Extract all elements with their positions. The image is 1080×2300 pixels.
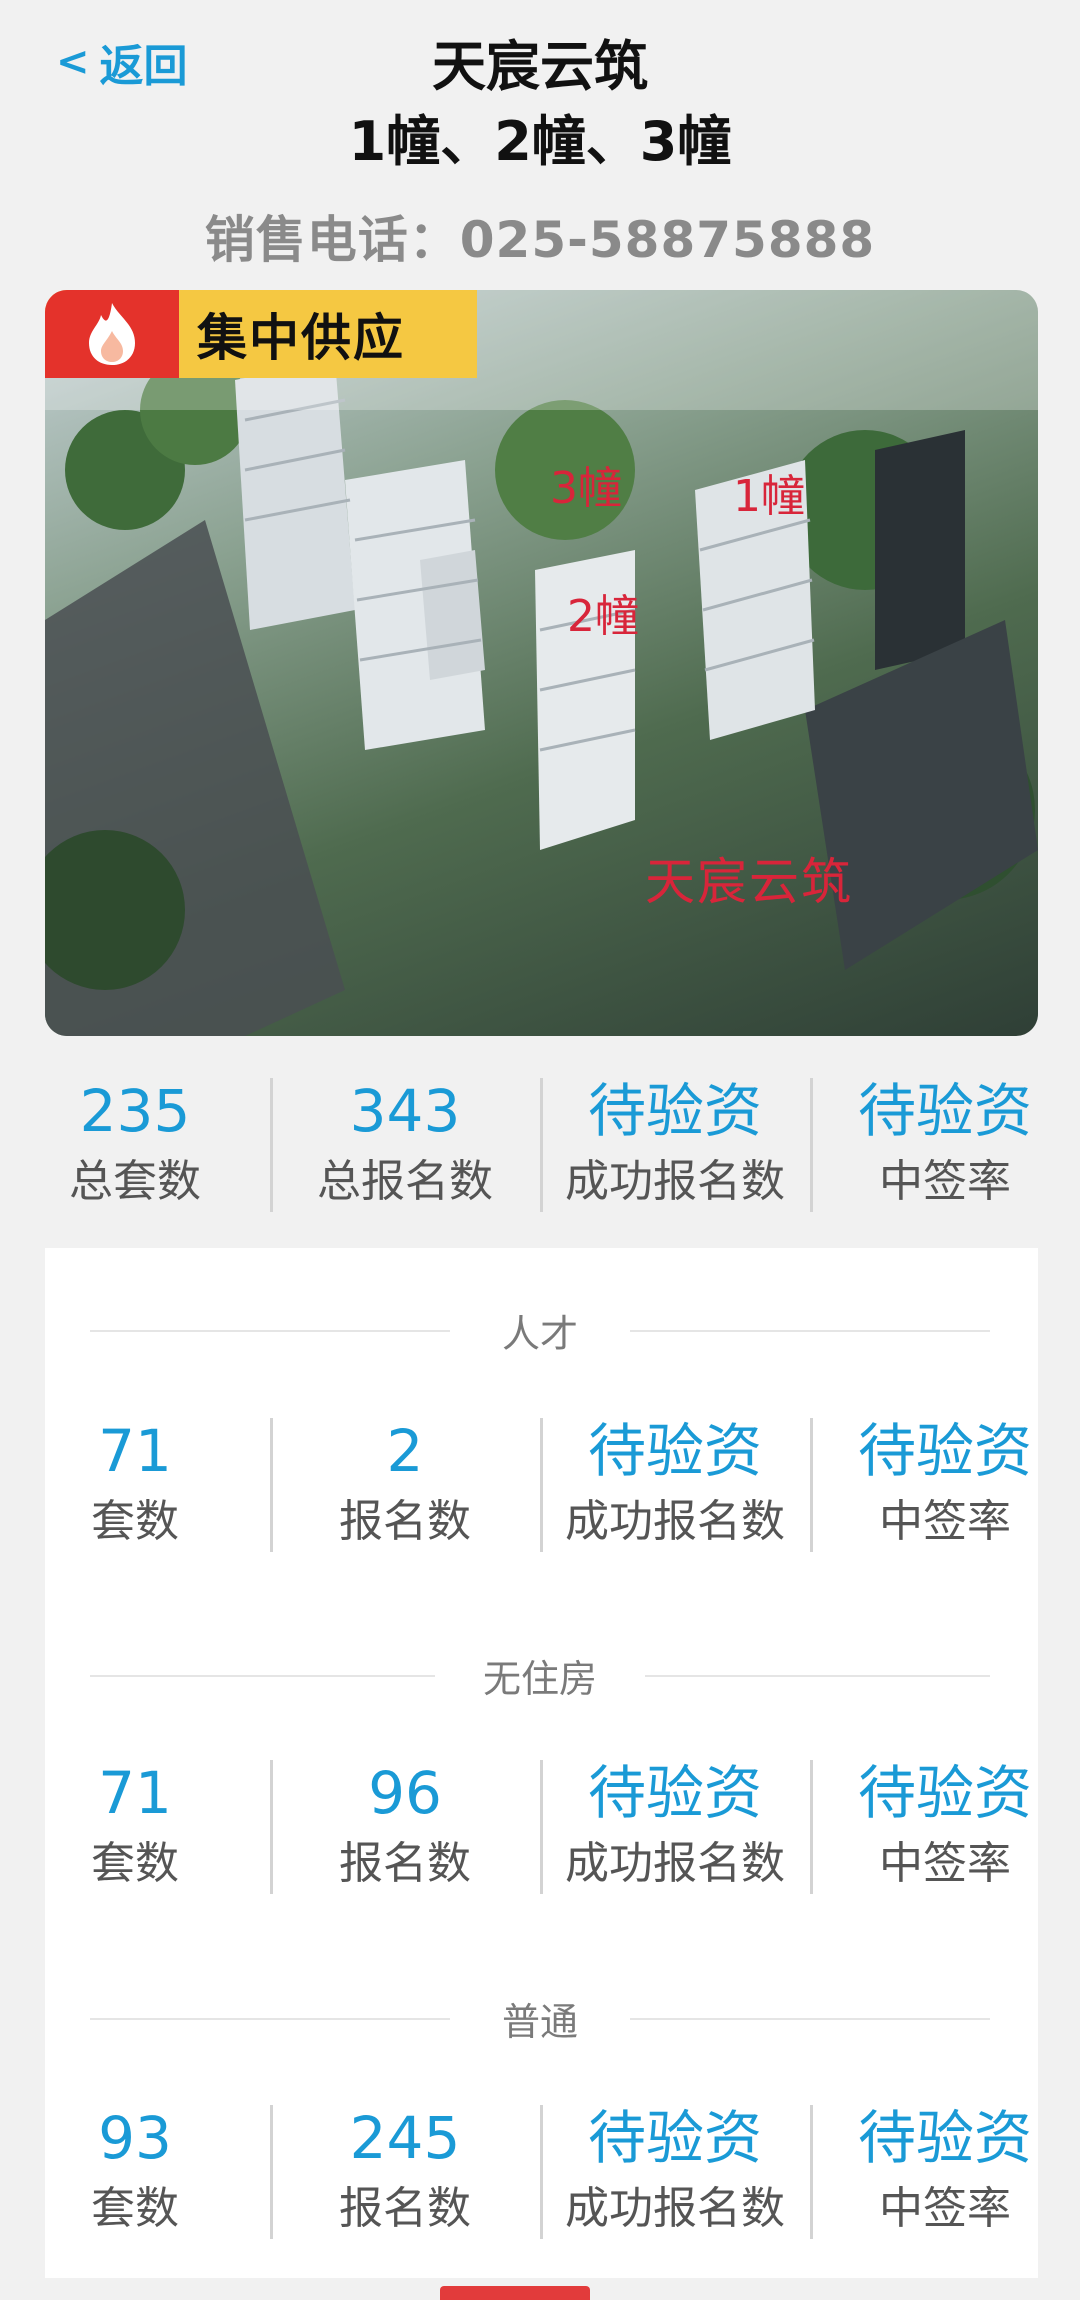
- stat-value: 待验资: [857, 1416, 1032, 1485]
- stat-label: 中签率: [879, 2183, 1011, 2235]
- fire-icon: [45, 290, 179, 378]
- stat-value: 待验资: [587, 1076, 762, 1145]
- stat-label: 套数: [91, 1838, 179, 1890]
- stat-label: 成功报名数: [565, 2183, 785, 2235]
- divider: [90, 2018, 450, 2020]
- stat-value: 待验资: [857, 1758, 1032, 1827]
- stat-label: 套数: [91, 1496, 179, 1548]
- stat-label: 套数: [91, 2183, 179, 2235]
- header: < 返回 天宸云筑 1幢、2幢、3幢 销售电话：025-58875888: [0, 0, 1080, 285]
- stat-label: 报名数: [339, 1838, 471, 1890]
- stat-successful-applicants: 待验资 成功报名数: [540, 1070, 810, 1220]
- supply-badge-label: 集中供应: [197, 309, 405, 367]
- divider: [645, 1675, 990, 1677]
- stat-label: 成功报名数: [565, 1156, 785, 1208]
- stat-value: 2: [386, 1416, 424, 1485]
- stat-value: 待验资: [857, 2103, 1032, 2172]
- section-title-no-housing: 无住房: [0, 1650, 1080, 1701]
- divider: [90, 1675, 435, 1677]
- stat-label: 报名数: [339, 1496, 471, 1548]
- supply-badge: 集中供应: [45, 290, 477, 378]
- section-title-talent: 人才: [0, 1305, 1080, 1356]
- stat-label: 中签率: [879, 1838, 1011, 1890]
- section-title-text: 人才: [501, 1311, 578, 1356]
- stat-applicants: 96 报名数: [270, 1752, 540, 1902]
- summary-stats: 235 总套数 343 总报名数 待验资 成功报名数 待验资 中签率: [0, 1070, 1080, 1220]
- section-stats-talent: 71 套数 2 报名数 待验资 成功报名数 待验资 中签率: [0, 1410, 1080, 1560]
- stat-value: 343: [349, 1076, 461, 1145]
- stat-label: 中签率: [879, 1156, 1011, 1208]
- section-title-text: 普通: [501, 1999, 578, 2044]
- project-name-label: 天宸云筑: [645, 853, 853, 911]
- stat-units: 93 套数: [0, 2097, 270, 2247]
- stat-applicants: 245 报名数: [270, 2097, 540, 2247]
- stat-win-rate: 待验资 中签率: [810, 1752, 1080, 1902]
- stat-label: 总报名数: [317, 1156, 493, 1208]
- stat-label: 中签率: [879, 1496, 1011, 1548]
- stat-value: 96: [368, 1758, 442, 1827]
- stat-win-rate: 待验资 中签率: [810, 1070, 1080, 1220]
- stat-total-applicants: 343 总报名数: [270, 1070, 540, 1220]
- stat-units: 71 套数: [0, 1752, 270, 1902]
- divider: [90, 1330, 450, 1332]
- stat-value: 71: [98, 1758, 172, 1827]
- stat-label: 成功报名数: [565, 1496, 785, 1548]
- stat-successful-applicants: 待验资 成功报名数: [540, 2097, 810, 2247]
- stat-value: 93: [98, 2103, 172, 2172]
- building-1-label: 1幢: [733, 471, 805, 522]
- stat-win-rate: 待验资 中签率: [810, 2097, 1080, 2247]
- section-title-text: 无住房: [482, 1656, 597, 1701]
- stat-value: 235: [79, 1076, 191, 1145]
- stat-successful-applicants: 待验资 成功报名数: [540, 1410, 810, 1560]
- stat-value: 245: [349, 2103, 461, 2172]
- section-stats-no-housing: 71 套数 96 报名数 待验资 成功报名数 待验资 中签率: [0, 1752, 1080, 1902]
- stat-value: 待验资: [587, 1758, 762, 1827]
- stat-value: 待验资: [587, 1416, 762, 1485]
- building-3-label: 3幢: [550, 463, 622, 514]
- stat-units: 71 套数: [0, 1410, 270, 1560]
- stat-value: 待验资: [587, 2103, 762, 2172]
- building-subtitle: 1幢、2幢、3幢: [348, 110, 732, 173]
- aerial-view-illustration: [45, 290, 1038, 1036]
- divider: [630, 1330, 990, 1332]
- stat-total-units: 235 总套数: [0, 1070, 270, 1220]
- stat-value: 待验资: [857, 1076, 1032, 1145]
- section-title-general: 普通: [0, 1993, 1080, 2044]
- project-rendering-image: 集中供应 3幢 1幢 2幢 天宸云筑: [45, 290, 1038, 1036]
- page-title: 天宸云筑: [432, 35, 648, 98]
- building-2-label: 2幢: [567, 591, 639, 642]
- sales-phone[interactable]: 销售电话：025-58875888: [0, 200, 1080, 272]
- stat-win-rate: 待验资 中签率: [810, 1410, 1080, 1560]
- stat-applicants: 2 报名数: [270, 1410, 540, 1560]
- stat-label: 总套数: [69, 1156, 201, 1208]
- divider: [630, 2018, 990, 2020]
- stat-label: 报名数: [339, 2183, 471, 2235]
- stat-successful-applicants: 待验资 成功报名数: [540, 1752, 810, 1902]
- section-stats-general: 93 套数 245 报名数 待验资 成功报名数 待验资 中签率: [0, 2097, 1080, 2247]
- next-section-peek: [440, 2286, 590, 2300]
- stat-label: 成功报名数: [565, 1838, 785, 1890]
- stat-value: 71: [98, 1416, 172, 1485]
